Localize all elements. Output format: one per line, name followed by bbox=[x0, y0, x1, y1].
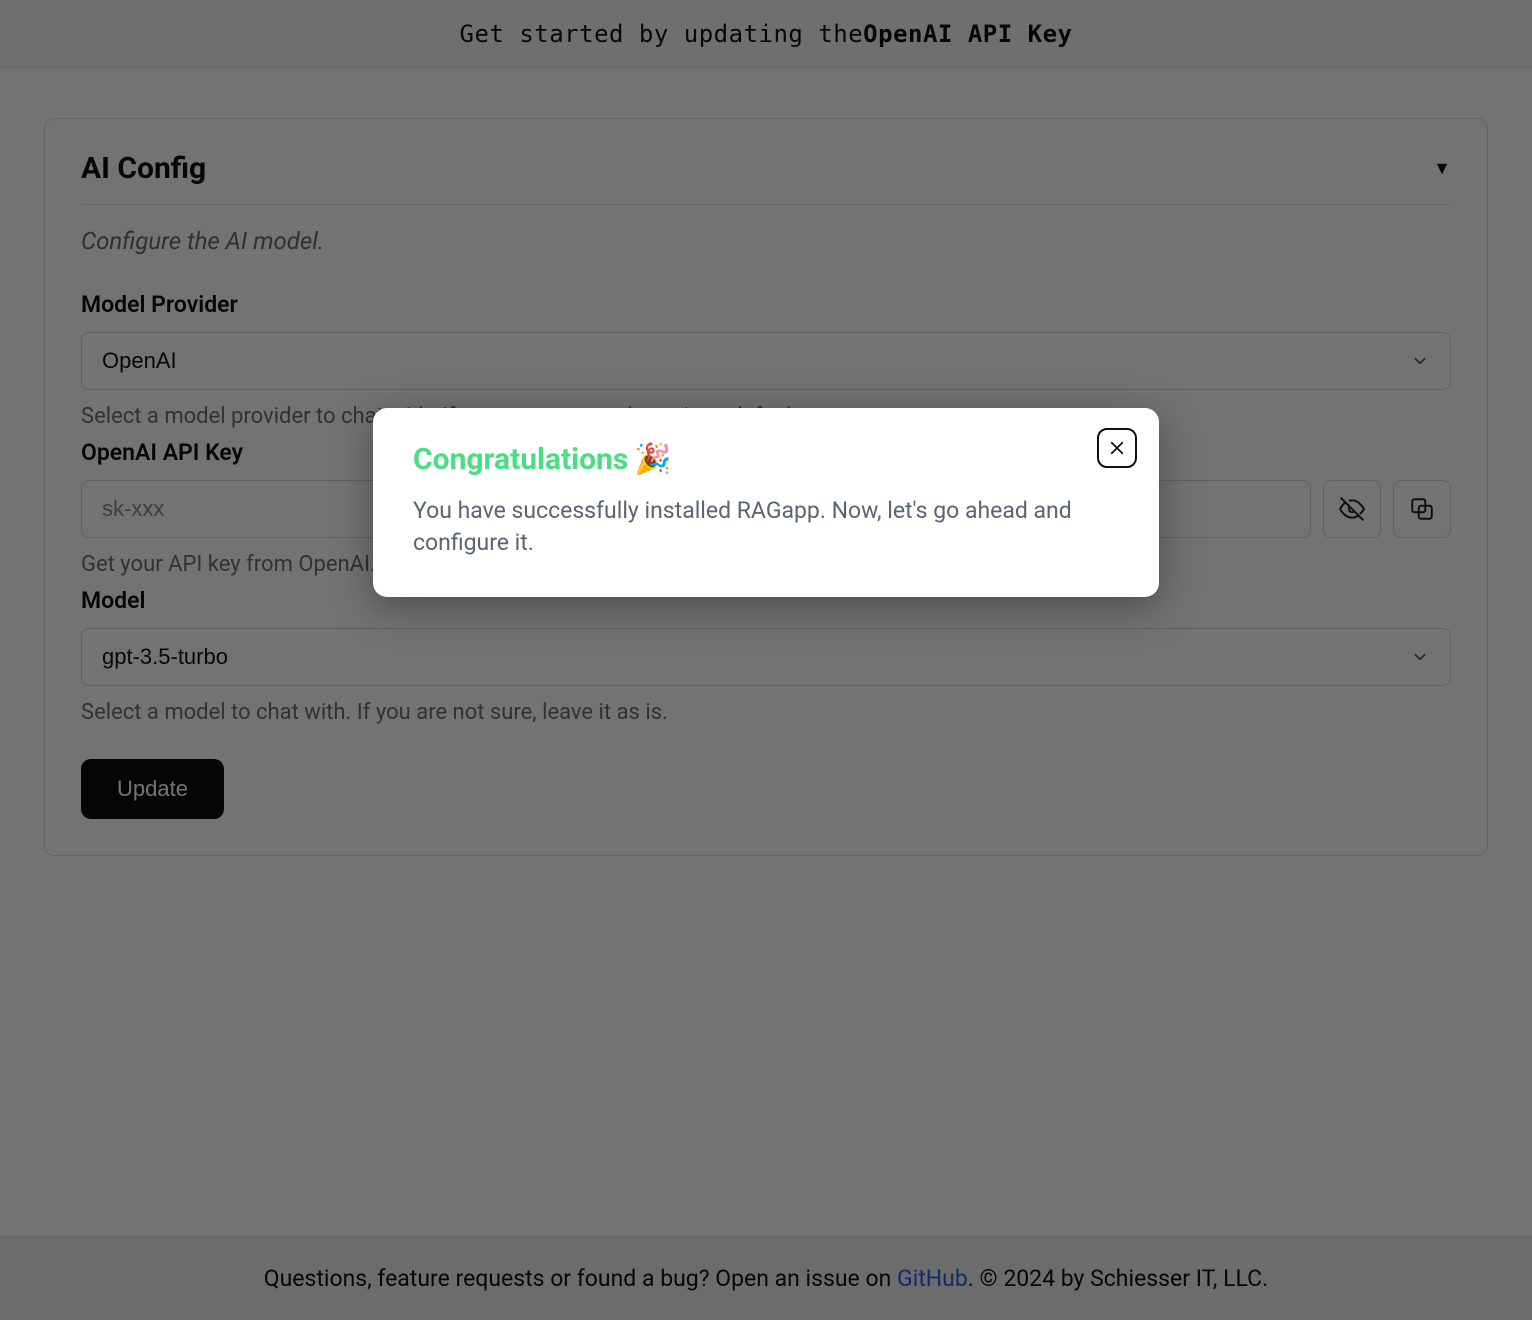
close-icon bbox=[1108, 439, 1126, 457]
modal-body: You have successfully installed RAGapp. … bbox=[413, 495, 1119, 559]
modal-close-button[interactable] bbox=[1097, 428, 1137, 468]
modal-overlay[interactable]: Congratulations🎉 You have successfully i… bbox=[0, 0, 1532, 1320]
party-popper-icon: 🎉 bbox=[634, 442, 671, 477]
modal-title: Congratulations🎉 bbox=[413, 442, 1119, 477]
welcome-modal: Congratulations🎉 You have successfully i… bbox=[373, 408, 1159, 597]
modal-title-text: Congratulations bbox=[413, 442, 628, 477]
